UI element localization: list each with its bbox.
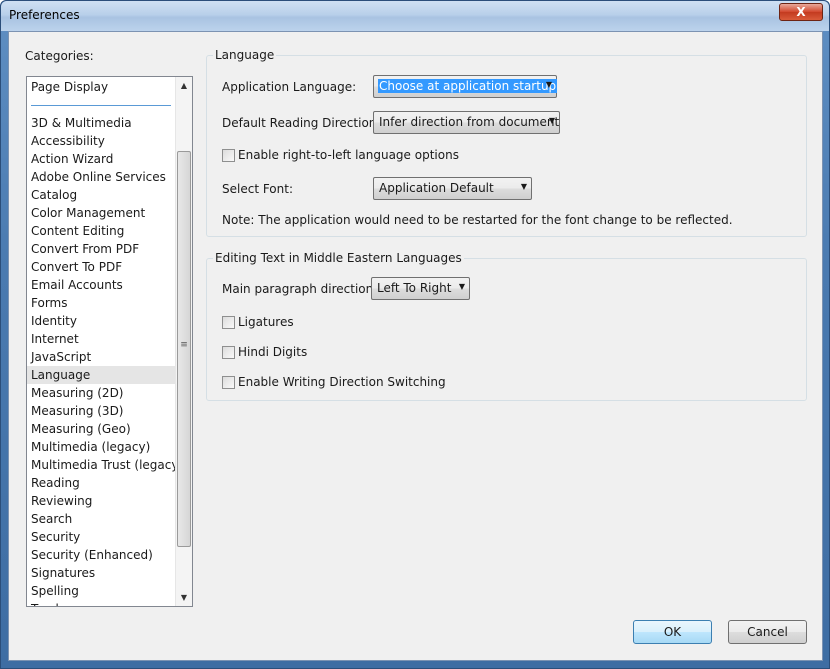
category-item-measuring-2d[interactable]: Measuring (2D) [31, 384, 124, 402]
category-item-language[interactable]: Language [27, 366, 175, 384]
middle-eastern-group: Editing Text in Middle Eastern Languages… [206, 251, 807, 401]
category-item-search[interactable]: Search [31, 510, 72, 528]
rtl-options-checkbox[interactable] [222, 149, 235, 162]
category-item-page-display[interactable]: Page Display [31, 78, 108, 96]
categories-scrollbar[interactable]: ▲ ≡ ▼ [175, 77, 192, 606]
categories-listbox[interactable]: Page Display 3D & Multimedia Accessibilit… [26, 76, 193, 607]
writing-direction-label[interactable]: Enable Writing Direction Switching [238, 375, 446, 389]
window-title: Preferences [9, 8, 80, 22]
category-item-reading[interactable]: Reading [31, 474, 80, 492]
select-font-dropdown[interactable]: Application Default ▼ [373, 177, 532, 200]
ligatures-label[interactable]: Ligatures [238, 315, 294, 329]
category-item-security[interactable]: Security [31, 528, 80, 546]
cancel-button[interactable]: Cancel [728, 620, 807, 644]
app-language-value: Choose at application startup [378, 79, 558, 93]
category-item-adobe-online-services[interactable]: Adobe Online Services [31, 168, 166, 186]
category-item-measuring-3d[interactable]: Measuring (3D) [31, 402, 124, 420]
chevron-down-icon: ▼ [458, 282, 465, 291]
category-item-convert-from-pdf[interactable]: Convert From PDF [31, 240, 139, 258]
category-item-color-management[interactable]: Color Management [31, 204, 145, 222]
chevron-down-icon: ▼ [548, 116, 555, 125]
category-item-measuring-geo[interactable]: Measuring (Geo) [31, 420, 131, 438]
ligatures-checkbox[interactable] [222, 316, 235, 329]
chevron-down-icon: ▼ [545, 80, 552, 89]
categories-list: Page Display 3D & Multimedia Accessibilit… [27, 77, 175, 606]
category-item-identity[interactable]: Identity [31, 312, 77, 330]
language-group: Language Application Language: Choose at… [206, 48, 807, 237]
chevron-down-icon: ▼ [520, 182, 527, 191]
category-item-catalog[interactable]: Catalog [31, 186, 77, 204]
category-item-content-editing[interactable]: Content Editing [31, 222, 124, 240]
category-item-3d-multimedia[interactable]: 3D & Multimedia [31, 114, 132, 132]
scroll-down-arrow-icon[interactable]: ▼ [176, 589, 192, 606]
language-group-legend: Language [213, 48, 277, 62]
close-button[interactable]: X [779, 3, 823, 21]
ok-button[interactable]: OK [633, 620, 712, 644]
category-separator [31, 105, 171, 106]
category-item-reviewing[interactable]: Reviewing [31, 492, 92, 510]
category-item-tracker[interactable]: Tracker [31, 600, 74, 606]
scroll-up-arrow-icon[interactable]: ▲ [176, 77, 192, 94]
title-bar[interactable]: Preferences X [1, 1, 829, 31]
categories-label: Categories: [25, 49, 94, 63]
category-item-action-wizard[interactable]: Action Wizard [31, 150, 113, 168]
category-item-spelling[interactable]: Spelling [31, 582, 79, 600]
hindi-digits-label[interactable]: Hindi Digits [238, 345, 307, 359]
writing-direction-checkbox[interactable] [222, 376, 235, 389]
reading-direction-value: Infer direction from document [379, 115, 560, 129]
category-item-internet[interactable]: Internet [31, 330, 79, 348]
hindi-digits-checkbox[interactable] [222, 346, 235, 359]
select-font-label: Select Font: [222, 182, 294, 196]
category-item-accessibility[interactable]: Accessibility [31, 132, 105, 150]
paragraph-direction-dropdown[interactable]: Left To Right ▼ [371, 277, 470, 300]
paragraph-direction-value: Left To Right [377, 281, 452, 295]
category-item-signatures[interactable]: Signatures [31, 564, 95, 582]
preferences-window: Preferences X Categories: Page Display 3… [0, 0, 830, 669]
scroll-thumb[interactable]: ≡ [177, 151, 191, 547]
dialog-body: Categories: Page Display 3D & Multimedia… [8, 31, 823, 661]
category-item-email-accounts[interactable]: Email Accounts [31, 276, 123, 294]
category-item-convert-to-pdf[interactable]: Convert To PDF [31, 258, 122, 276]
reading-direction-dropdown[interactable]: Infer direction from document ▼ [373, 111, 560, 134]
restart-note: Note: The application would need to be r… [222, 213, 733, 227]
app-language-label: Application Language: [222, 80, 357, 94]
category-item-multimedia-trust-legacy[interactable]: Multimedia Trust (legacy) [31, 456, 175, 474]
rtl-options-label[interactable]: Enable right-to-left language options [238, 148, 459, 162]
category-item-security-enhanced[interactable]: Security (Enhanced) [31, 546, 153, 564]
reading-direction-label: Default Reading Direction: [222, 116, 381, 130]
select-font-value: Application Default [379, 181, 494, 195]
category-item-multimedia-legacy[interactable]: Multimedia (legacy) [31, 438, 150, 456]
app-language-dropdown[interactable]: Choose at application startup ▼ [373, 75, 558, 98]
grip-icon: ≡ [180, 340, 188, 350]
category-item-forms[interactable]: Forms [31, 294, 67, 312]
paragraph-direction-label: Main paragraph direction: [222, 282, 378, 296]
category-item-javascript[interactable]: JavaScript [31, 348, 91, 366]
middle-eastern-group-legend: Editing Text in Middle Eastern Languages [213, 251, 464, 265]
